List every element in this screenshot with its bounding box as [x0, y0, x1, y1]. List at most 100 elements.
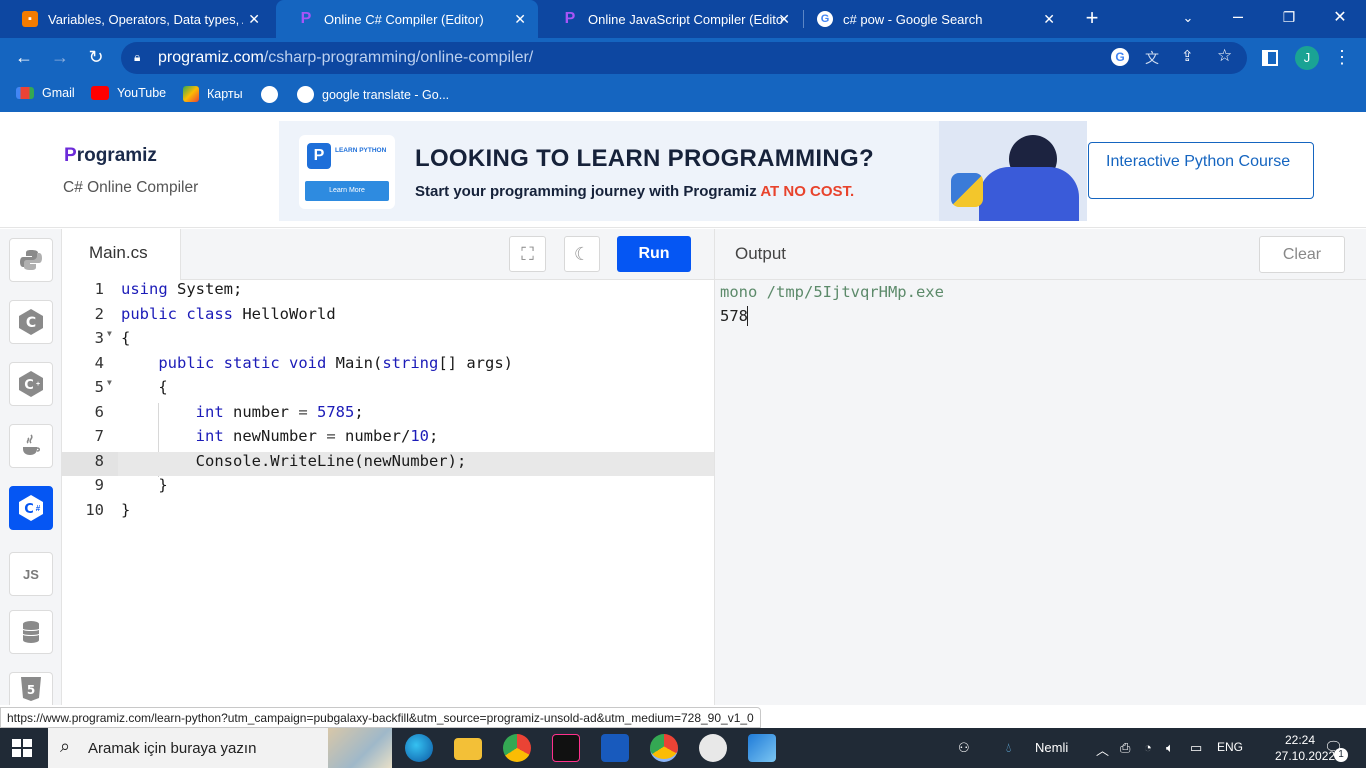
text-caret [747, 306, 748, 326]
restore-icon[interactable]: ❐ [1277, 7, 1301, 27]
back-icon[interactable]: ← [12, 47, 36, 67]
bookmark-gmail[interactable]: Gmail [16, 86, 75, 100]
tab-favicon-icon: ▪ [22, 11, 38, 27]
dark-mode-button[interactable]: ☾ [564, 236, 600, 272]
new-tab-icon[interactable]: + [1080, 7, 1104, 29]
link-status-bubble: https://www.programiz.com/learn-python?u… [0, 707, 761, 728]
file-tab-main-cs[interactable]: Main.cs [62, 229, 181, 280]
svg-text:+: + [36, 381, 40, 388]
bookmark-maps[interactable]: Карты [183, 86, 243, 102]
chrome-icon[interactable] [503, 734, 531, 762]
reload-icon[interactable]: ↻ [84, 47, 108, 67]
browser-toolbar: ← → ↻ 🔒︎ programiz.com/csharp-programmin… [0, 38, 1366, 78]
code-line[interactable]: 2 public class HelloWorld [62, 305, 714, 330]
bookmark-youtube[interactable]: YouTube [91, 86, 166, 100]
programiz-p-icon: P [307, 143, 331, 169]
windows-start-icon[interactable] [12, 739, 32, 757]
bookmark-star-icon[interactable]: ☆ [1217, 46, 1232, 66]
search-icon: ⌕ [60, 736, 71, 756]
code-line[interactable]: 7 int newNumber = number/10; [62, 427, 714, 452]
close-icon[interactable]: ✕ [248, 11, 260, 28]
code-line[interactable]: 1 using System; [62, 280, 714, 305]
tab-title: Variables, Operators, Data types, Alg [48, 11, 243, 27]
bookmarks-bar: Gmail YouTube Карты google translate - G… [0, 78, 1366, 112]
side-panel-icon[interactable] [1262, 50, 1278, 66]
close-icon[interactable]: ✕ [778, 11, 790, 28]
window-close-icon[interactable]: ✕ [1328, 8, 1352, 28]
run-button[interactable]: Run [617, 236, 691, 272]
tab-csharp-compiler[interactable]: P Online C# Compiler (Editor) ✕ [276, 0, 538, 38]
weather-text[interactable]: Nemli [1035, 740, 1068, 755]
url-text[interactable]: programiz.com/csharp-programming/online-… [158, 49, 533, 67]
chrome-profile-icon[interactable] [650, 734, 678, 762]
tab-variables[interactable]: ▪ Variables, Operators, Data types, Alg … [0, 0, 272, 38]
gmail-icon [16, 87, 34, 99]
word-icon[interactable] [601, 734, 629, 762]
share-icon[interactable]: ⇪ [1181, 47, 1194, 65]
code-line[interactable]: 10 } [62, 501, 714, 526]
svg-text:C: C [24, 502, 34, 517]
lock-icon: 🔒︎ [134, 50, 141, 64]
network-icon[interactable]: ◔ [1144, 740, 1152, 755]
clear-button[interactable]: Clear [1259, 236, 1345, 273]
address-bar[interactable]: 🔒︎ programiz.com/csharp-programming/onli… [121, 42, 1247, 74]
taskbar-clock[interactable]: 22:24 27.10.2022 [1275, 732, 1335, 764]
ad-banner[interactable]: P LEARN PYTHON Learn More LOOKING TO LEA… [279, 121, 1087, 221]
people-icon[interactable]: ⚇ [958, 740, 970, 756]
taskbar-search-box[interactable]: ⌕ Aramak için buraya yazın [48, 728, 392, 768]
java-icon[interactable] [9, 424, 53, 468]
notification-count-badge: 1 [1334, 748, 1348, 762]
learn-more-button[interactable]: Learn More [305, 181, 389, 201]
fold-arrow-icon[interactable]: ▼ [107, 378, 112, 387]
svg-text:C: C [26, 315, 36, 331]
meet-now-icon[interactable]: ⎙ [1120, 740, 1130, 756]
code-line[interactable]: 5 ▼ { [62, 378, 714, 403]
code-line[interactable]: 3 ▼ { [62, 329, 714, 354]
output-console[interactable]: mono /tmp/5IjtvqrHMp.exe 578 [714, 280, 1366, 705]
input-language[interactable]: ENG [1217, 740, 1243, 754]
c-icon[interactable]: C [9, 300, 53, 344]
tab-search-icon[interactable]: ⌄ [1176, 8, 1200, 28]
fold-arrow-icon[interactable]: ▼ [107, 329, 112, 338]
code-line[interactable]: 4 public static void Main(string[] args) [62, 354, 714, 379]
file-explorer-icon[interactable] [454, 738, 482, 760]
profile-avatar[interactable]: J [1295, 46, 1319, 70]
code-line[interactable]: 9 } [62, 476, 714, 501]
programiz-logo[interactable]: Programiz [64, 145, 157, 167]
database-icon[interactable] [9, 610, 53, 654]
html5-icon[interactable]: 5 [9, 672, 53, 705]
bookmark-google[interactable] [261, 86, 286, 103]
tab-title: Online C# Compiler (Editor) [324, 11, 484, 27]
fullscreen-button[interactable]: ⛶ [509, 236, 546, 272]
interactive-python-course-button[interactable]: Interactive Python Course [1088, 142, 1314, 199]
edge-icon[interactable] [405, 734, 433, 762]
csharp-icon[interactable]: C # [9, 486, 53, 530]
weather-icon[interactable]: 💧︎ [1006, 740, 1011, 756]
python-icon[interactable] [9, 238, 53, 282]
volume-icon[interactable]: 🔈︎ [1166, 740, 1174, 756]
jetbrains-icon[interactable] [552, 734, 580, 762]
google-lens-icon[interactable]: G [1111, 48, 1129, 66]
battery-icon[interactable]: ▭ [1190, 740, 1202, 756]
tray-chevron-icon[interactable]: ︿ [1096, 740, 1109, 759]
code-line[interactable]: 6 int number = 5785; [62, 403, 714, 428]
translate-icon[interactable]: 文 [1145, 48, 1159, 68]
forward-icon[interactable]: → [48, 47, 72, 67]
programiz-favicon-icon: P [300, 10, 312, 27]
output-result: 578 [720, 307, 748, 325]
code-line-active[interactable]: 8 Console.WriteLine(newNumber); [62, 451, 714, 476]
code-editor[interactable]: 1 using System; 2 public class HelloWorl… [62, 280, 714, 705]
menu-kebab-icon[interactable]: ⋮ [1330, 47, 1354, 67]
output-command: mono /tmp/5IjtvqrHMp.exe [720, 283, 944, 301]
tab-google-search[interactable]: G c# pow - Google Search ✕ [795, 0, 1067, 38]
close-icon[interactable]: ✕ [514, 11, 526, 28]
bookmark-google-translate[interactable]: google translate - Go... [297, 86, 449, 103]
photos-icon[interactable] [748, 734, 776, 762]
minimize-icon[interactable]: – [1226, 6, 1250, 26]
javascript-icon[interactable]: JS [9, 552, 53, 596]
snipping-tool-icon[interactable] [699, 734, 727, 762]
close-icon[interactable]: ✕ [1043, 11, 1055, 28]
tab-javascript-compiler[interactable]: P Online JavaScript Compiler (Editor) ✕ [540, 0, 802, 38]
cpp-icon[interactable]: C + [9, 362, 53, 406]
programiz-favicon-icon: P [564, 10, 576, 27]
